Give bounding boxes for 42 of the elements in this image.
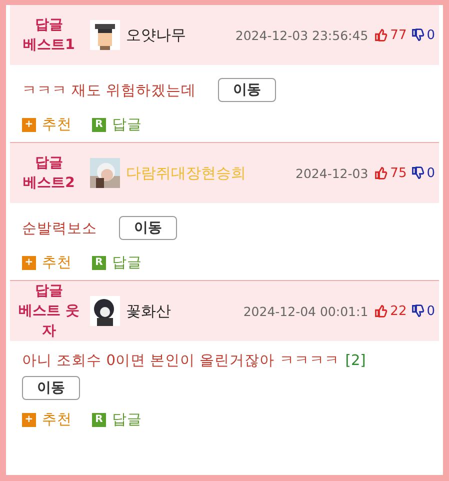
best-label: 베스트2 [23, 174, 75, 193]
best-label: 답글 [35, 16, 63, 35]
thumbs-up-icon [374, 28, 388, 42]
best-label: 베스트1 [23, 36, 75, 55]
comment-text: 아니 조회수 0이면 본인이 올린거잖아 ㅋㅋㅋㅋ [22, 352, 340, 370]
move-button[interactable]: 이동 [22, 376, 80, 400]
author-name[interactable]: 오얏나무 [126, 26, 186, 44]
plus-icon: + [22, 256, 36, 270]
best-label: 답글 [35, 154, 63, 173]
thumbs-down-icon [410, 304, 425, 318]
move-button[interactable]: 이동 [119, 216, 177, 240]
thumbs-down-icon [410, 28, 425, 42]
recommend-link[interactable]: + 추천 [22, 253, 72, 272]
reply-icon: R [92, 118, 106, 132]
timestamp: 2024-12-04 00:01:1 [243, 304, 368, 318]
reply-link[interactable]: R 답글 [92, 410, 142, 429]
comment-text: 순발력보소 [22, 220, 97, 238]
move-button[interactable]: 이동 [218, 78, 276, 102]
reply-link[interactable]: R 답글 [92, 115, 142, 134]
timestamp: 2024-12-03 [296, 166, 368, 180]
recommend-link[interactable]: + 추천 [22, 115, 72, 134]
best-label: 답글 [35, 282, 63, 301]
downvote-count: 0 [426, 166, 435, 180]
downvote-count: 0 [426, 304, 435, 318]
reply-icon: R [92, 412, 106, 426]
thumbs-up-icon [374, 166, 388, 180]
upvote-count: 77 [390, 28, 407, 42]
recommend-link[interactable]: + 추천 [22, 410, 72, 429]
thumbs-up-icon [374, 304, 388, 318]
author-name[interactable]: 꽃화산 [126, 302, 171, 320]
reply-icon: R [92, 256, 106, 270]
best-label: 베스트 웃자 [18, 302, 80, 341]
timestamp: 2024-12-03 23:56:45 [235, 28, 368, 42]
comment-text: ㅋㅋㅋ 재도 위험하겠는데 [22, 82, 196, 100]
reply-count: [2] [345, 352, 366, 368]
thumbs-down-icon [410, 166, 425, 180]
plus-icon: + [22, 412, 36, 426]
upvote-count: 75 [390, 166, 407, 180]
reply-link[interactable]: R 답글 [92, 253, 142, 272]
plus-icon: + [22, 118, 36, 132]
downvote-count: 0 [426, 28, 435, 42]
upvote-count: 22 [390, 304, 407, 318]
